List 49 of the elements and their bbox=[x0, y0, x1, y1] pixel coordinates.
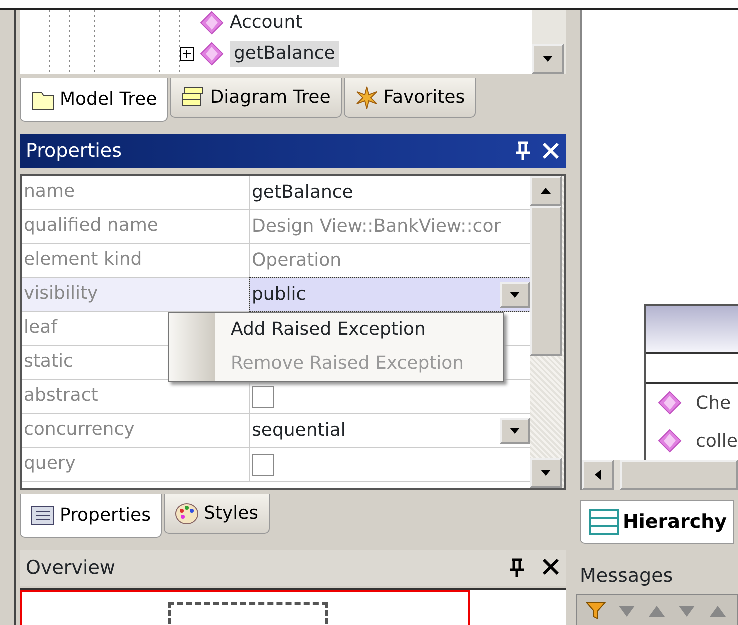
operation-icon bbox=[658, 429, 682, 453]
tab[interactable]: Styles bbox=[164, 494, 270, 534]
scroll-left-button[interactable] bbox=[582, 460, 614, 490]
property-value[interactable]: getBalance bbox=[252, 179, 354, 206]
scroll-thumb[interactable] bbox=[530, 206, 562, 356]
property-label: visibility bbox=[22, 278, 250, 311]
scroll-thumb[interactable] bbox=[620, 460, 738, 490]
scroll-up-button[interactable] bbox=[530, 176, 562, 206]
property-label: qualified name bbox=[22, 210, 250, 243]
scroll-down-button[interactable] bbox=[532, 44, 564, 74]
checkbox[interactable] bbox=[252, 386, 274, 408]
property-label: concurrency bbox=[22, 414, 250, 447]
scroll-down-button[interactable] bbox=[530, 458, 562, 488]
tab[interactable]: Favorites bbox=[344, 78, 476, 118]
operation-icon bbox=[200, 42, 224, 66]
property-label: element kind bbox=[22, 244, 250, 277]
pin-icon bbox=[514, 141, 532, 161]
tab[interactable]: Hierarchy bbox=[580, 500, 734, 544]
list-icon bbox=[31, 504, 55, 528]
close-icon bbox=[542, 558, 560, 576]
checkbox[interactable] bbox=[252, 454, 274, 476]
hierarchy-icon bbox=[589, 509, 619, 535]
palette-icon bbox=[174, 502, 199, 526]
tab[interactable]: Diagram Tree bbox=[170, 78, 342, 118]
panel-title: Overview bbox=[26, 556, 116, 581]
close-icon bbox=[542, 142, 560, 160]
operation-icon bbox=[200, 11, 224, 35]
property-value[interactable]: Design View::BankView::cor bbox=[252, 213, 502, 240]
operation-label: colle bbox=[696, 430, 738, 454]
pin-icon bbox=[508, 558, 526, 578]
property-label: query bbox=[22, 448, 250, 481]
filter-icon bbox=[586, 601, 606, 621]
property-label: name bbox=[22, 176, 250, 209]
tab[interactable]: Model Tree bbox=[20, 78, 168, 122]
tab[interactable]: Properties bbox=[20, 494, 162, 538]
property-value[interactable]: Operation bbox=[252, 247, 342, 274]
star-icon bbox=[354, 86, 379, 110]
panel-title: Messages bbox=[580, 564, 674, 589]
operation-label: Che bbox=[696, 392, 732, 416]
dropdown-value[interactable]: public bbox=[252, 281, 306, 308]
tree-item-selected[interactable]: getBalance bbox=[230, 41, 340, 67]
dropdown-button[interactable] bbox=[500, 282, 530, 308]
dropdown-button[interactable] bbox=[500, 418, 530, 444]
stack-icon bbox=[181, 86, 206, 110]
panel-title: Properties bbox=[26, 138, 124, 164]
operation-icon bbox=[658, 391, 682, 415]
menu-gutter bbox=[169, 313, 215, 381]
tree-item[interactable]: Account bbox=[230, 10, 303, 36]
dropdown-value[interactable]: sequential bbox=[252, 417, 346, 444]
